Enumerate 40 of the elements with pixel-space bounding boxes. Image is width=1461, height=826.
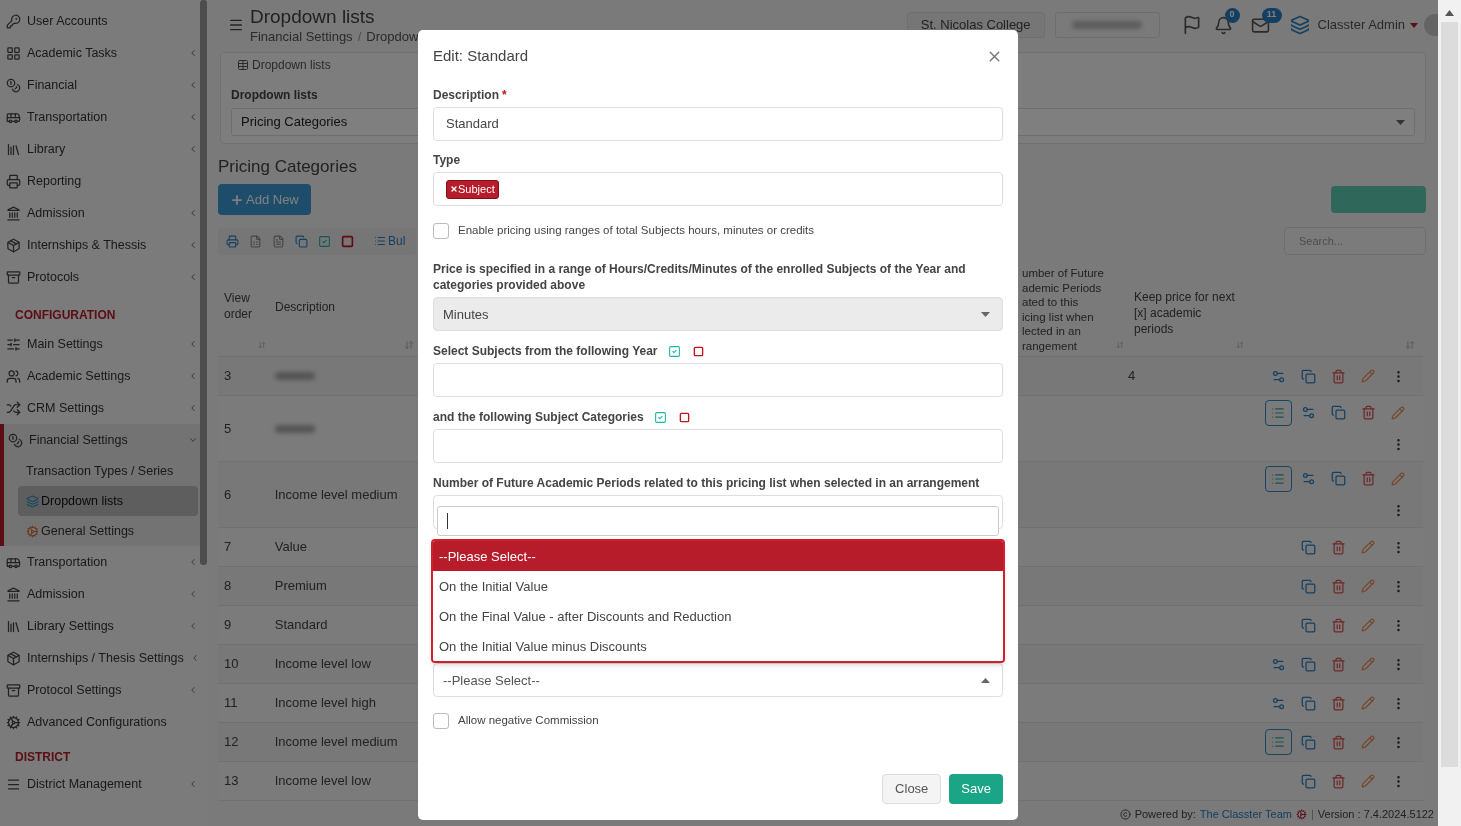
field-label: Select Subjects from the following Year (433, 343, 658, 360)
page-title: Dropdown lists (250, 5, 376, 28)
table-cell: Income level high (274, 695, 376, 711)
section-title: Pricing Categories (218, 156, 357, 178)
table-cell-text: 3 (223, 367, 233, 386)
table-cell-text: 10 (223, 655, 240, 674)
table-cell: 4 (1127, 368, 1136, 384)
field-label: Price is specified in a range of Hours/Credits/Minutes of the enrolled Subjects of the Year and categories provided above (433, 261, 967, 294)
version-text: Version : 7.4.2024.5122 (1317, 806, 1434, 822)
field-label: Description (433, 87, 499, 103)
table-cell: Premium (274, 578, 327, 594)
footer-separator: | (1310, 806, 1314, 822)
table-cell: Income level low (274, 656, 371, 672)
table-cell: Value (274, 539, 308, 555)
breadcrumb-separator: / (357, 27, 362, 45)
table-cell-text: 9 (223, 616, 233, 635)
table-cell-text: 7 (223, 538, 233, 557)
table-cell-text: 13 (223, 772, 240, 791)
table-cell-text: 11 (223, 694, 239, 713)
table-cell: Income level medium (274, 734, 398, 750)
field-label: Type (433, 152, 461, 168)
table-cell: Income level medium (274, 486, 398, 502)
message-badge: 11 (1261, 7, 1282, 23)
section-heading: CONFIGURATION (14, 307, 117, 324)
checkbox-label: Allow negative Commission (458, 713, 599, 729)
table-cell: Standard (274, 617, 328, 633)
field-label: Dropdown lists (231, 87, 318, 104)
section-heading: DISTRICT (14, 749, 72, 766)
field-label: and the following Subject Categories (433, 409, 644, 426)
footer-text: Powered by: (1134, 806, 1196, 822)
field-label: Number of Future Academic Periods related to this pricing list when selected in an arrangement (433, 475, 980, 492)
table-cell-text: 6 (223, 485, 233, 504)
table-cell-text: 8 (223, 577, 233, 596)
notification-badge: 0 (1224, 7, 1240, 23)
dialog-title: Edit: Standard (433, 45, 529, 66)
checkbox-label: Enable pricing using ranges of total Subjects hours, minutes or credits (458, 223, 815, 238)
table-cell-text: 12 (223, 733, 240, 752)
required-mark: * (502, 87, 507, 103)
table-cell-text: 5 (223, 419, 233, 438)
table-cell: Income level low (274, 773, 371, 789)
